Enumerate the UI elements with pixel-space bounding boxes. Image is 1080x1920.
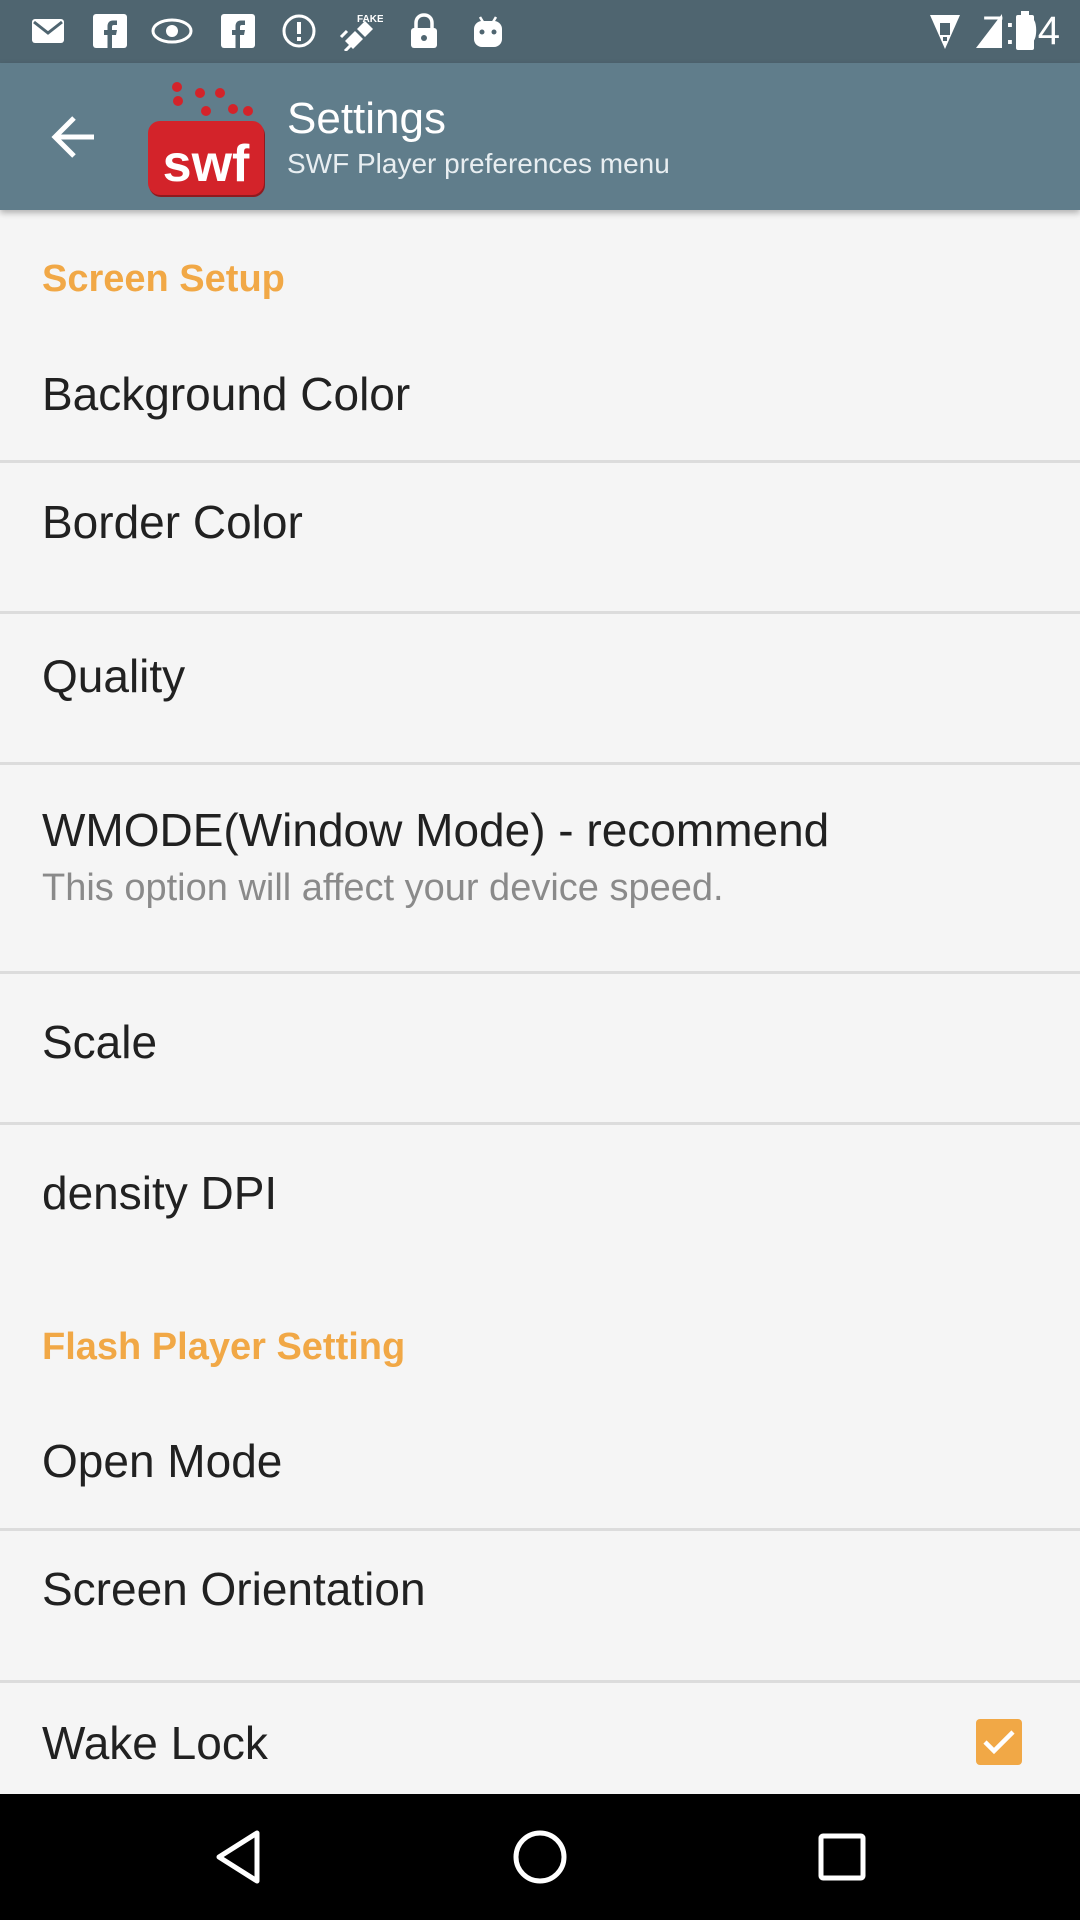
category-flash-player-setting: Flash Player Setting — [42, 1326, 406, 1368]
alert-icon — [280, 10, 318, 52]
pref-title: Quality — [42, 650, 186, 702]
lock-icon — [406, 10, 442, 52]
check-icon — [983, 1730, 1015, 1755]
page-subtitle: SWF Player preferences menu — [287, 148, 670, 179]
pref-title: Background Color — [42, 368, 411, 420]
pref-quality[interactable]: Quality — [0, 614, 1080, 764]
svg-text:FAKE: FAKE — [357, 14, 383, 25]
pref-border-color[interactable]: Border Color — [0, 463, 1080, 613]
logo-text: swf — [163, 135, 250, 193]
eye-icon — [150, 10, 194, 52]
preferences-list: Screen Setup Background Color Border Col… — [0, 210, 1080, 1794]
pref-open-mode[interactable]: Open Mode — [0, 1406, 1080, 1532]
pref-title: Border Color — [42, 496, 303, 548]
pref-title: Open Mode — [42, 1435, 283, 1487]
category-screen-setup: Screen Setup — [42, 258, 285, 300]
pref-title: Scale — [42, 1016, 158, 1068]
satellite-icon: FAKE — [338, 10, 384, 52]
pref-title: WMODE(Window Mode) - recommend — [42, 804, 830, 856]
recents-square-icon[interactable] — [807, 1822, 877, 1892]
pref-title: Screen Orientation — [42, 1563, 426, 1615]
pref-background-color[interactable]: Background Color — [0, 339, 1080, 464]
wake-lock-checkbox[interactable] — [976, 1719, 1022, 1765]
pref-title: Wake Lock — [42, 1717, 268, 1769]
pref-density-dpi[interactable]: density DPI — [0, 1125, 1080, 1275]
facebook-icon — [90, 10, 130, 52]
page-title: Settings — [287, 94, 446, 143]
home-circle-icon[interactable] — [505, 1822, 575, 1892]
android-icon — [468, 10, 508, 52]
app-bar: swf Settings SWF Player preferences menu — [0, 63, 1080, 210]
pref-summary: This option will affect your device spee… — [42, 867, 724, 909]
wifi-icon — [928, 10, 962, 52]
pref-scale[interactable]: Scale — [0, 974, 1080, 1124]
facebook-icon — [218, 10, 258, 52]
back-triangle-icon[interactable] — [203, 1822, 273, 1892]
navigation-bar — [0, 1794, 1080, 1920]
status-bar: FAKE 7:04 — [0, 0, 1080, 63]
pref-wmode[interactable]: WMODE(Window Mode) - recommend This opti… — [0, 765, 1080, 971]
email-icon — [28, 10, 68, 52]
app-logo: swf — [148, 77, 268, 199]
pref-screen-orientation[interactable]: Screen Orientation — [0, 1531, 1080, 1681]
pref-wake-lock[interactable]: Wake Lock — [0, 1683, 1080, 1794]
back-arrow-icon[interactable] — [40, 107, 108, 167]
status-time: 7:04 — [982, 9, 1060, 53]
pref-title: density DPI — [42, 1167, 278, 1219]
